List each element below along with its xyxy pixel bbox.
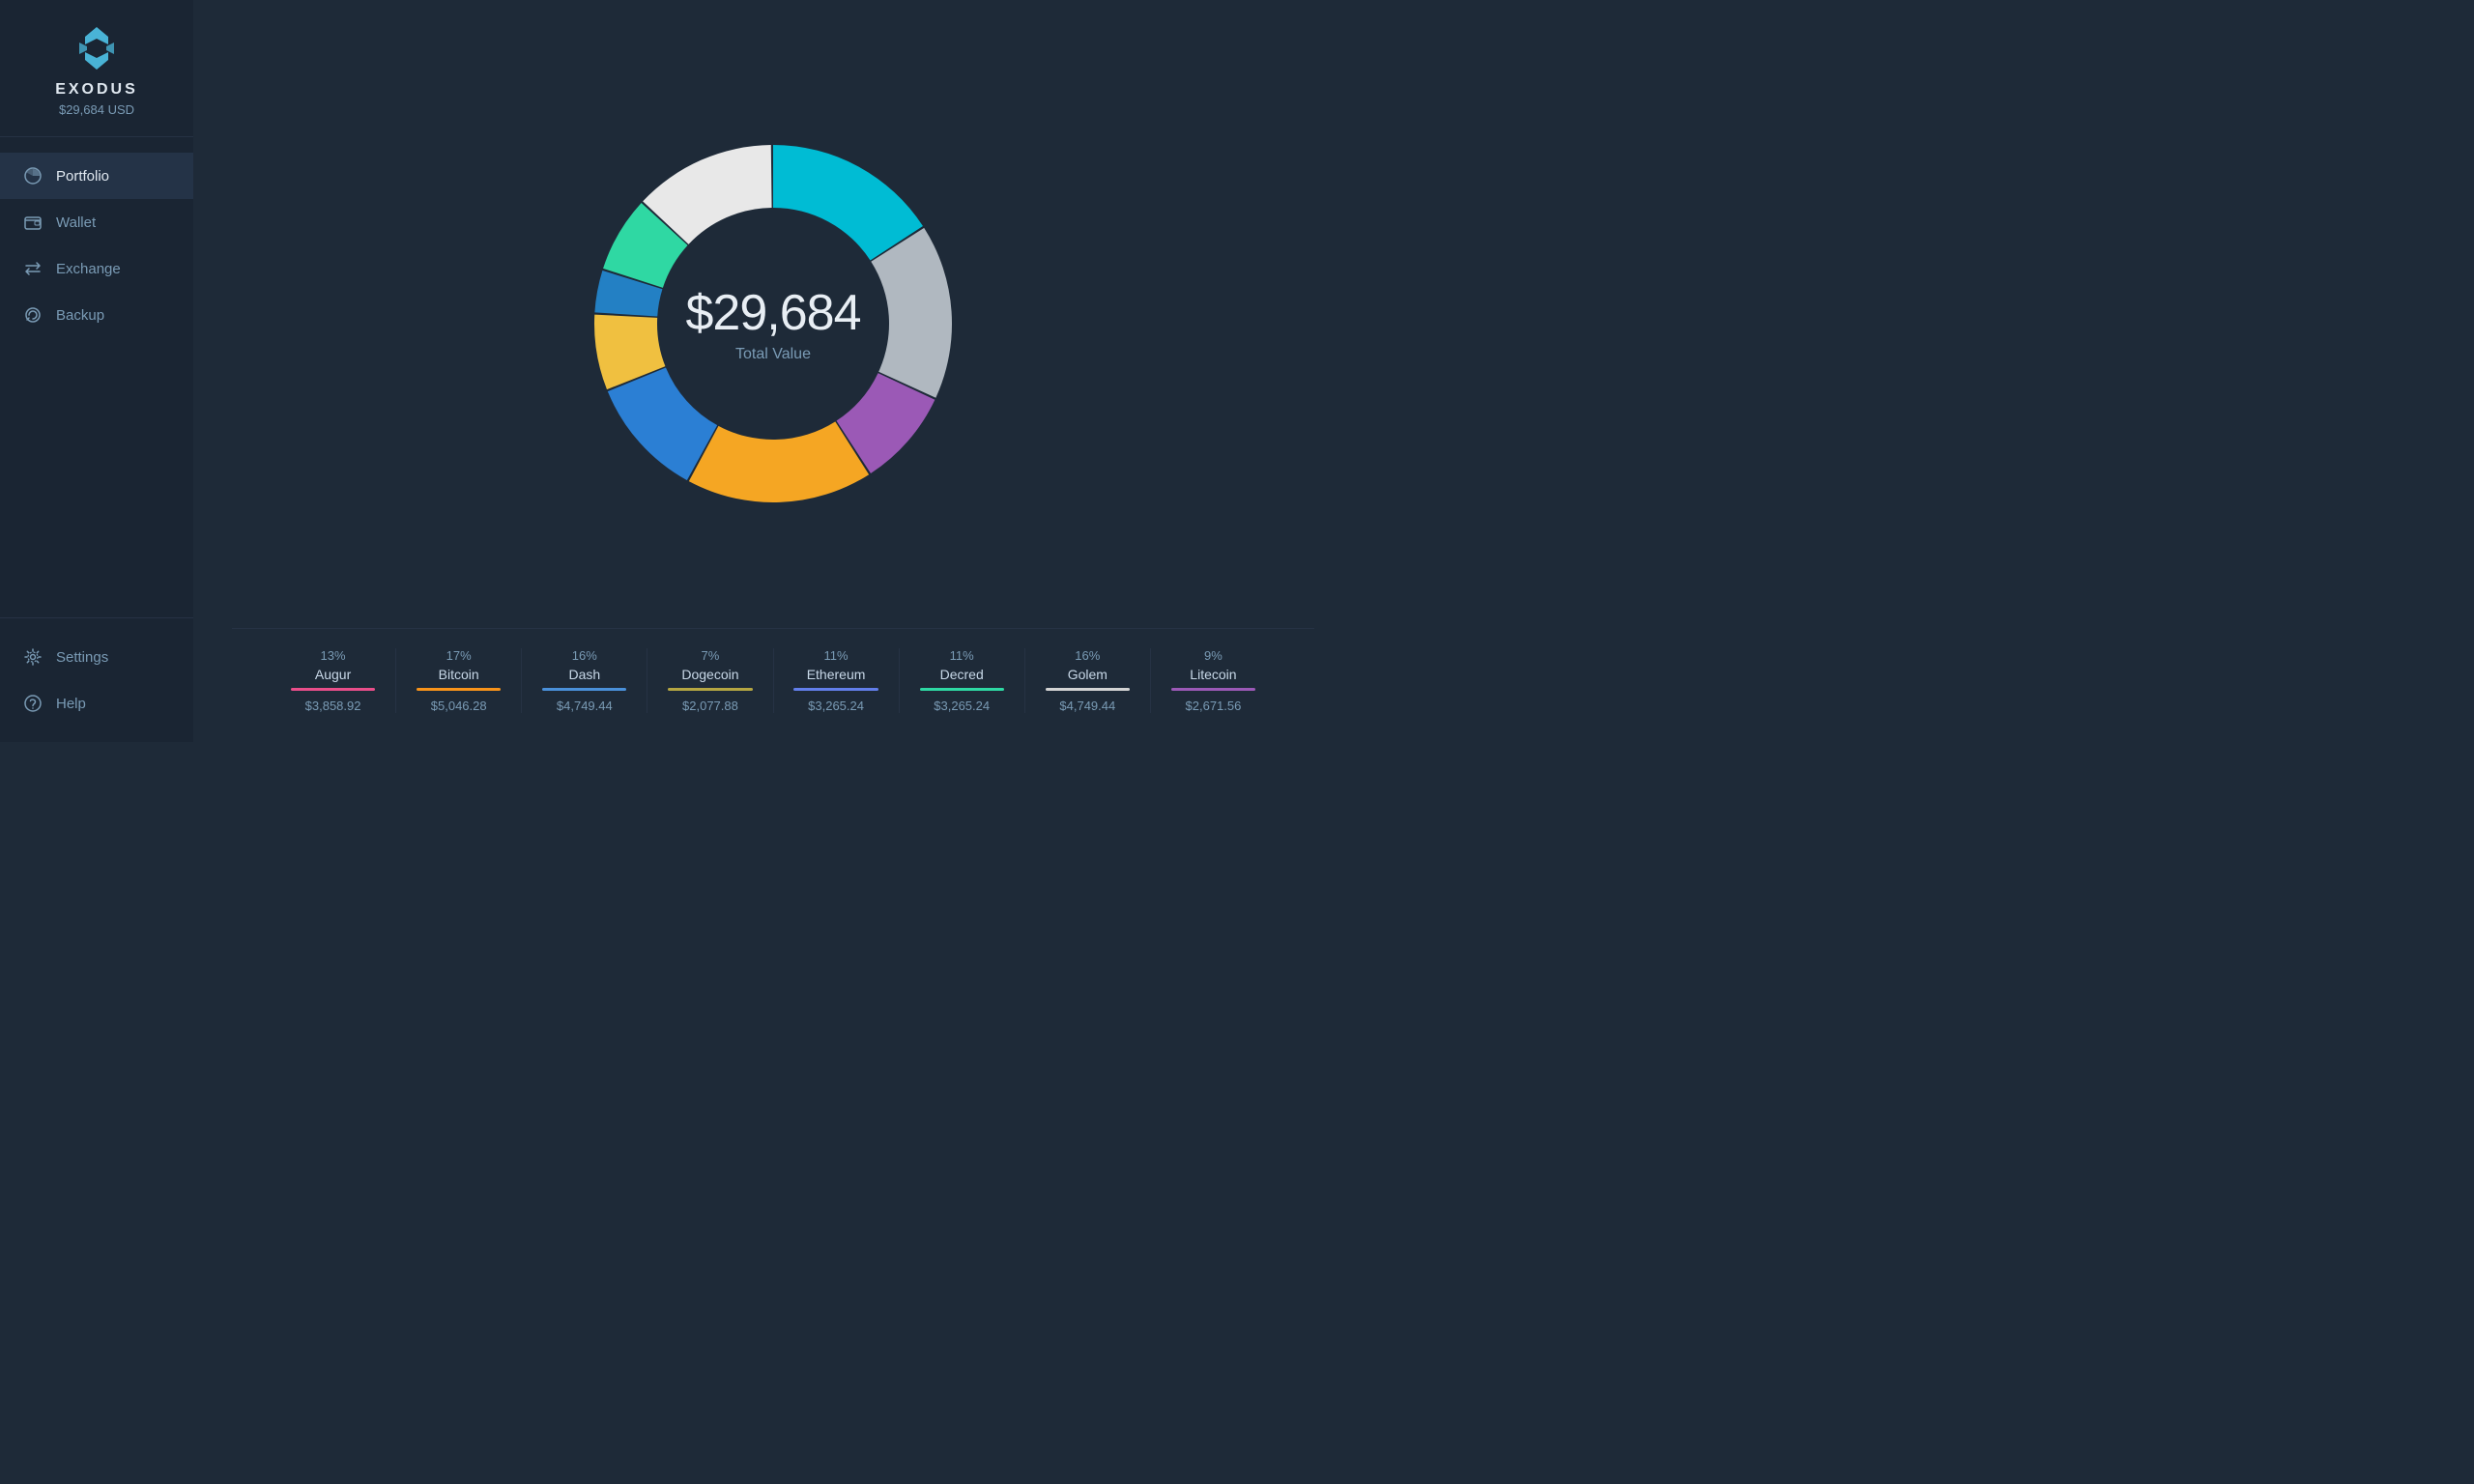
- legend-bar-litecoin: [1171, 688, 1255, 691]
- sidebar-item-portfolio[interactable]: Portfolio: [0, 153, 193, 199]
- backup-label: Backup: [56, 307, 104, 324]
- legend-item-decred: 11% Decred $3,265.24: [900, 648, 1025, 713]
- legend-item-dash: 16% Dash $4,749.44: [522, 648, 647, 713]
- legend-item-bitcoin: 17% Bitcoin $5,046.28: [396, 648, 522, 713]
- legend-percent-dash: 16%: [572, 648, 597, 663]
- portfolio-label: Portfolio: [56, 168, 109, 185]
- legend-value-ethereum: $3,265.24: [808, 699, 864, 713]
- legend-name-bitcoin: Bitcoin: [439, 667, 479, 682]
- legend-value-augur: $3,858.92: [305, 699, 361, 713]
- legend-bar-decred: [920, 688, 1004, 691]
- total-portfolio-value: $29,684 USD: [59, 102, 134, 117]
- legend-item-golem: 16% Golem $4,749.44: [1025, 648, 1151, 713]
- sidebar-item-backup[interactable]: Backup: [0, 292, 193, 338]
- legend-percent-bitcoin: 17%: [446, 648, 472, 663]
- legend-bar-golem: [1046, 688, 1130, 691]
- exodus-logo-icon: [72, 23, 122, 73]
- legend-percent-augur: 13%: [321, 648, 346, 663]
- legend-name-decred: Decred: [940, 667, 984, 682]
- help-icon: [23, 694, 43, 713]
- legend-value-litecoin: $2,671.56: [1186, 699, 1242, 713]
- donut-chart: $29,684 Total Value: [570, 121, 976, 527]
- legend-value-bitcoin: $5,046.28: [431, 699, 487, 713]
- sidebar-item-exchange[interactable]: Exchange: [0, 245, 193, 292]
- legend-bar-dash: [542, 688, 626, 691]
- settings-icon: [23, 647, 43, 667]
- legend-value-decred: $3,265.24: [934, 699, 990, 713]
- donut-center-value: $29,684 Total Value: [686, 284, 861, 363]
- legend-percent-litecoin: 9%: [1204, 648, 1223, 663]
- legend-value-golem: $4,749.44: [1059, 699, 1115, 713]
- main-content: $29,684 Total Value 13% Augur $3,858.92 …: [193, 0, 1353, 742]
- legend: 13% Augur $3,858.92 17% Bitcoin $5,046.2…: [232, 628, 1314, 723]
- legend-name-dogecoin: Dogecoin: [681, 667, 738, 682]
- nav-items: Portfolio Wallet Exchange: [0, 137, 193, 617]
- center-total-label: Total Value: [686, 346, 861, 363]
- legend-percent-decred: 11%: [950, 648, 974, 663]
- legend-item-litecoin: 9% Litecoin $2,671.56: [1151, 648, 1276, 713]
- chart-area: $29,684 Total Value: [570, 19, 976, 628]
- backup-icon: [23, 305, 43, 325]
- legend-value-dogecoin: $2,077.88: [682, 699, 738, 713]
- legend-percent-dogecoin: 7%: [702, 648, 720, 663]
- legend-bar-bitcoin: [417, 688, 501, 691]
- sidebar-bottom: Settings Help: [0, 617, 193, 742]
- help-label: Help: [56, 696, 86, 712]
- app-name: EXODUS: [55, 81, 138, 99]
- legend-name-dash: Dash: [568, 667, 600, 682]
- wallet-icon: [23, 213, 43, 232]
- legend-percent-ethereum: 11%: [824, 648, 849, 663]
- sidebar-item-settings[interactable]: Settings: [0, 634, 193, 680]
- exchange-label: Exchange: [56, 261, 121, 277]
- legend-name-ethereum: Ethereum: [807, 667, 866, 682]
- sidebar: EXODUS $29,684 USD Portfolio Wa: [0, 0, 193, 742]
- legend-percent-golem: 16%: [1075, 648, 1100, 663]
- legend-name-golem: Golem: [1068, 667, 1108, 682]
- settings-label: Settings: [56, 649, 108, 666]
- sidebar-item-wallet[interactable]: Wallet: [0, 199, 193, 245]
- legend-bar-ethereum: [793, 688, 877, 691]
- logo-area: EXODUS $29,684 USD: [0, 0, 193, 137]
- legend-value-dash: $4,749.44: [557, 699, 613, 713]
- sidebar-item-help[interactable]: Help: [0, 680, 193, 727]
- legend-bar-dogecoin: [668, 688, 752, 691]
- legend-bar-augur: [291, 688, 375, 691]
- legend-name-augur: Augur: [315, 667, 351, 682]
- legend-item-ethereum: 11% Ethereum $3,265.24: [774, 648, 900, 713]
- exchange-icon: [23, 259, 43, 278]
- legend-item-dogecoin: 7% Dogecoin $2,077.88: [647, 648, 773, 713]
- legend-item-augur: 13% Augur $3,858.92: [271, 648, 396, 713]
- center-total-amount: $29,684: [686, 284, 861, 342]
- portfolio-icon: [23, 166, 43, 186]
- legend-name-litecoin: Litecoin: [1190, 667, 1236, 682]
- wallet-label: Wallet: [56, 214, 96, 231]
